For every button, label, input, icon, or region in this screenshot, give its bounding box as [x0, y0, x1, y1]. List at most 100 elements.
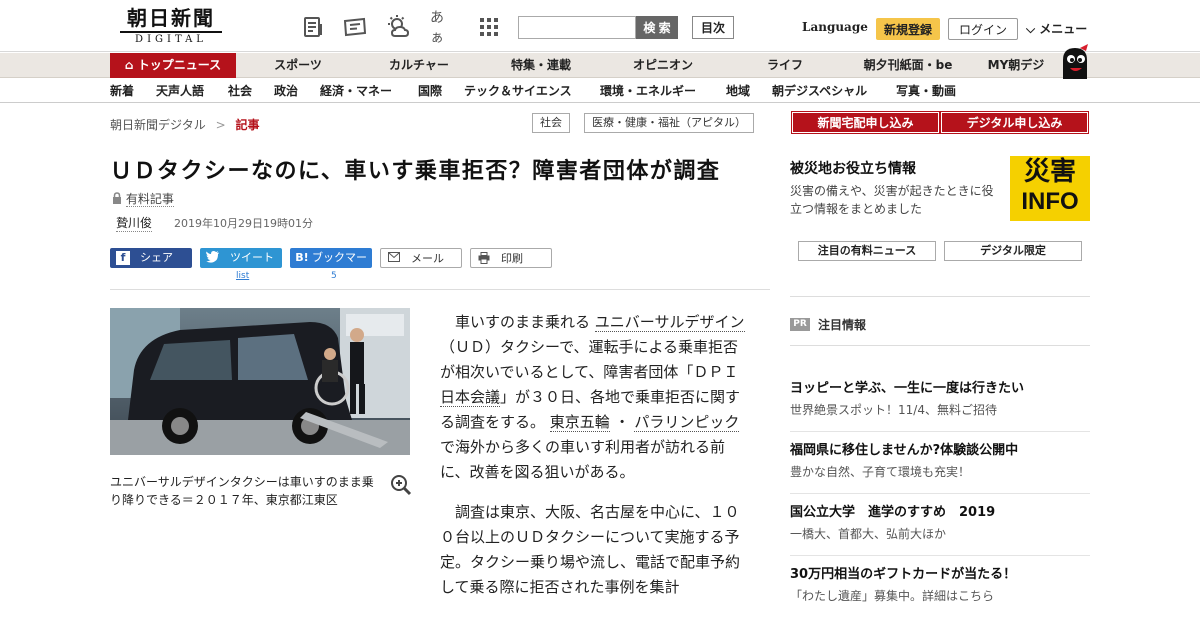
chevron-down-icon: ⌵ — [1026, 22, 1036, 36]
pr-item-desc: 一橋大、首都大、弘前大ほか — [790, 527, 947, 541]
pr-item-desc: 世界絶景スポット！11/4、無料ご招待 — [790, 403, 997, 417]
breadcrumb-current: 記事 — [235, 118, 260, 132]
breadcrumb-home[interactable]: 朝日新聞デジタル — [110, 118, 206, 132]
nav-item-features[interactable]: 特集・連載 — [488, 53, 594, 78]
divider — [790, 555, 1090, 556]
twitter-count[interactable]: list — [236, 271, 249, 281]
weather-icon[interactable] — [386, 14, 412, 40]
divider — [790, 345, 1090, 346]
logo-sub-text: DIGITAL — [120, 31, 222, 46]
menu-button[interactable]: ⌵ メニュー — [1026, 20, 1087, 37]
pr-item-desc: 「わたし遺産」募集中。詳細はこちら — [790, 589, 995, 603]
tag-society[interactable]: 社会 — [532, 113, 570, 133]
article-paragraph: 調査は東京、大阪、名古屋を中心に、１００台以上のＵＤタクシーについて実施する予定… — [440, 503, 741, 596]
nav-item-label: トップニュース — [137, 58, 222, 72]
ticket-icon[interactable] — [342, 14, 368, 40]
print-icon — [477, 252, 491, 266]
link-universal-design[interactable]: ユニバーサルデザイン — [594, 313, 745, 332]
pr-item-title: 国公立大学 進学のすすめ 2019 — [790, 505, 996, 520]
language-link[interactable]: Language — [802, 20, 868, 34]
divider — [790, 431, 1090, 432]
nav2-item-tech[interactable]: テック＆サイエンス — [464, 79, 572, 103]
article-date: 2019年10月29日19時01分 — [174, 217, 313, 230]
menu-label: メニュー — [1039, 22, 1088, 36]
nav2-item-politics[interactable]: 政治 — [274, 79, 298, 103]
paid-news-button[interactable]: 注目の有料ニュース — [798, 241, 936, 261]
nav2-item-environment[interactable]: 環境・エネルギー — [600, 79, 696, 103]
mail-share-button[interactable]: メール — [380, 248, 462, 268]
breadcrumb-separator: > — [215, 118, 226, 132]
primary-nav: ⌂ トップニュース スポーツ カルチャー 特集・連載 オピニオン ライフ 朝夕刊… — [0, 53, 1200, 78]
pr-item[interactable]: ヨッピーと学ぶ、一生に一度は行きたい 世界絶景スポット！11/4、無料ご招待 — [790, 380, 1090, 419]
article-paragraph: 車いすのまま乗れる ユニバーサルデザイン （ＵＤ）タクシーで、運転手による乗車拒否… — [440, 310, 750, 485]
article-title: ＵＤタクシーなのに、車いす乗車拒否？障害者団体が調査 — [110, 159, 721, 184]
facebook-icon: f — [116, 251, 130, 265]
nav-item-my-asahi[interactable]: MY朝デジ — [976, 53, 1056, 78]
newspaper-delivery-button[interactable]: 新聞宅配申し込み — [791, 111, 940, 134]
mascot-icon — [1058, 44, 1092, 80]
disaster-info-title[interactable]: 被災地お役立ち情報 — [790, 158, 916, 178]
link-tokyo-olympics[interactable]: 東京五輪 — [549, 413, 610, 432]
nav-item-top-news[interactable]: ⌂ トップニュース — [110, 53, 236, 78]
twitter-icon — [206, 251, 220, 265]
hatena-bookmark-label: ブックマーク — [312, 251, 367, 284]
pr-item[interactable]: 国公立大学 進学のすすめ 2019 一橋大、首都大、弘前大ほか — [790, 504, 1090, 543]
link-nihon-kaigi[interactable]: 日本会議 — [440, 388, 501, 407]
facebook-share-label: シェア — [140, 251, 173, 264]
search-button[interactable]: 検 索 — [636, 16, 678, 39]
digital-subscribe-button[interactable]: デジタル申し込み — [940, 111, 1089, 134]
mail-share-label: メール — [411, 252, 444, 265]
twitter-share-label: ツイート — [230, 251, 274, 264]
twitter-share-button[interactable]: ツイート — [200, 248, 282, 268]
divider — [790, 296, 1090, 297]
facebook-share-button[interactable]: f シェア — [110, 248, 192, 268]
site-logo[interactable]: 朝日新聞 DIGITAL — [112, 6, 230, 48]
nav-item-sports[interactable]: スポーツ — [246, 53, 350, 78]
secondary-nav: 新着 天声人語 社会 政治 経済・マネー 国際 テック＆サイエンス 環境・エネル… — [0, 79, 1200, 103]
toc-button[interactable]: 目次 — [692, 16, 734, 39]
pr-item[interactable]: 福岡県に移住しませんか?体験談公開中 豊かな自然、子育て環境も充実！ — [790, 442, 1090, 481]
article-author[interactable]: 贄川俊 — [116, 214, 153, 232]
nav2-item-new[interactable]: 新着 — [110, 79, 134, 103]
nav-item-opinion[interactable]: オピニオン — [608, 53, 718, 78]
pr-section-label: 注目情報 — [818, 318, 867, 332]
pr-item-title: ヨッピーと学ぶ、一生に一度は行きたい — [790, 381, 1025, 396]
newspaper-icon[interactable] — [300, 14, 326, 40]
link-paralympics[interactable]: パラリンピック — [634, 413, 740, 432]
apps-grid-icon[interactable] — [476, 14, 502, 40]
hatena-count[interactable]: 5 — [331, 271, 337, 281]
disaster-info-desc: 災害の備えや、災害が起きたときに役立つ情報をまとめました — [790, 184, 994, 216]
nav2-item-photo[interactable]: 写真・動画 — [896, 79, 956, 103]
pr-item-title: 福岡県に移住しませんか?体験談公開中 — [790, 443, 1019, 458]
nav2-item-international[interactable]: 国際 — [418, 79, 442, 103]
print-button[interactable]: 印刷 — [470, 248, 552, 268]
register-button[interactable]: 新規登録 — [876, 18, 940, 40]
nav2-item-economy[interactable]: 経済・マネー — [320, 79, 392, 103]
pr-item[interactable]: 30万円相当のギフトカードが当たる！ 「わたし遺産」募集中。詳細はこちら — [790, 566, 1090, 605]
text-run: ・ — [614, 413, 630, 431]
nav-item-paper[interactable]: 朝夕刊紙面・be — [852, 53, 964, 78]
text-run: で海外から多くの車いす利用者が訪れる前に、改善を図る狙いがある。 — [440, 438, 726, 481]
login-button[interactable]: ログイン — [948, 18, 1018, 40]
nav-item-culture[interactable]: カルチャー — [364, 53, 474, 78]
hatena-bookmark-button[interactable]: B! ブックマーク — [290, 248, 372, 284]
tag-apital[interactable]: 医療・健康・福祉（アピタル） — [584, 113, 754, 133]
breadcrumb: 朝日新聞デジタル > 記事 — [110, 116, 260, 133]
photo-caption: ユニバーサルデザインタクシーは車いすのまま乗り降りできる＝２０１７年、東京都江東… — [110, 475, 374, 507]
nav2-item-society[interactable]: 社会 — [228, 79, 252, 103]
nav-item-life[interactable]: ライフ — [730, 53, 840, 78]
divider — [110, 289, 770, 290]
digital-only-button[interactable]: デジタル限定 — [944, 241, 1082, 261]
mail-icon — [387, 252, 401, 266]
text-run: （ＵＤ）タクシーで、運転手による乗車拒否が相次いでいるとして、障害者団体「ＤＰＩ — [440, 338, 739, 381]
search-input[interactable] — [518, 16, 636, 39]
article-photo[interactable] — [110, 308, 410, 455]
paid-article-badge: 有料記事 — [112, 190, 174, 207]
nav2-item-region[interactable]: 地域 — [726, 79, 750, 103]
zoom-icon[interactable] — [390, 474, 412, 496]
font-size-icon[interactable]: あぁ — [430, 10, 456, 46]
paid-article-label[interactable]: 有料記事 — [125, 192, 174, 207]
disaster-info-banner[interactable]: 災害 INFO — [1010, 156, 1090, 221]
nav2-item-special[interactable]: 朝デジスペシャル — [772, 79, 867, 103]
nav2-item-tensei[interactable]: 天声人語 — [156, 79, 204, 103]
